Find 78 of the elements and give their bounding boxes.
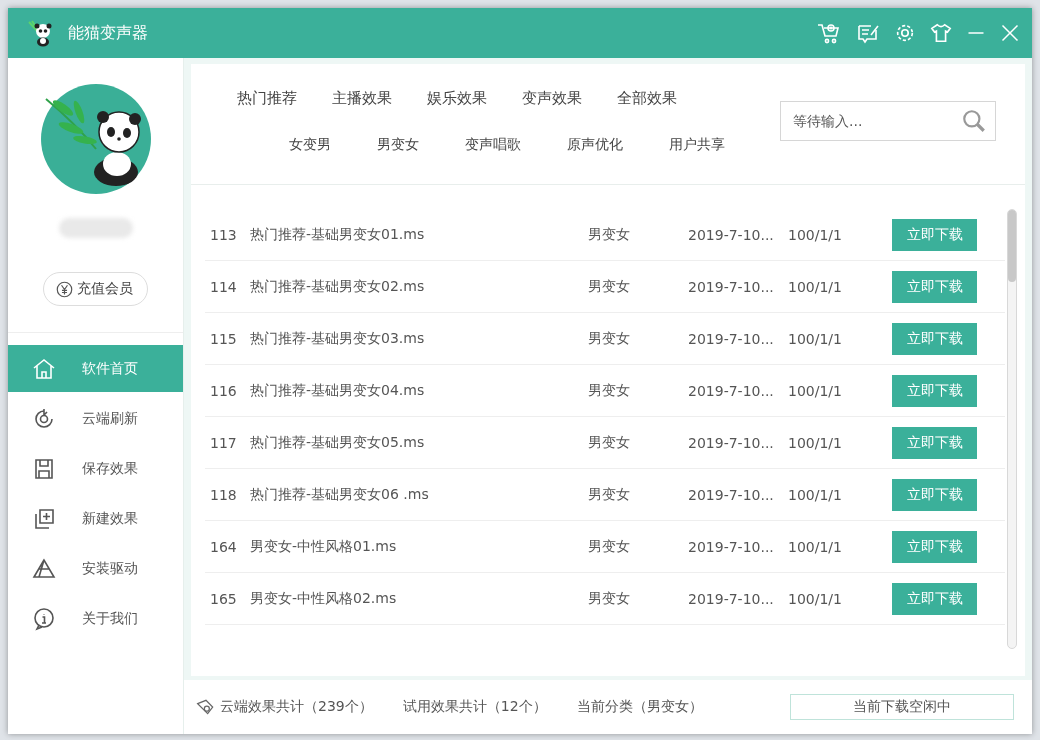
tag-icon — [196, 697, 216, 717]
status-text: 试用效果共计（12个） — [402, 698, 547, 716]
cart-icon[interactable] — [816, 21, 842, 45]
table-cell-text: 2019-7-10... — [688, 226, 775, 243]
table-cell-text: 100/1/1 — [788, 330, 843, 347]
table-cell-text: 男变女-中性风格02.ms — [250, 589, 398, 608]
table-cell-text: 2019-7-10... — [688, 434, 775, 451]
table-cell-text: 100/1/1 — [788, 590, 843, 607]
table-cell-text: 2019-7-10... — [688, 590, 775, 607]
info-icon — [32, 606, 56, 631]
table-cell-text: 118 — [209, 486, 238, 503]
category-tab[interactable]: 热门推荐 — [237, 89, 297, 108]
table-cell-text: 100/1/1 — [788, 486, 843, 503]
recharge-button[interactable]: 充值会员 — [43, 272, 148, 306]
save-icon — [32, 456, 56, 481]
category-tab[interactable]: 娱乐效果 — [427, 89, 487, 108]
category-tab[interactable]: 变声效果 — [522, 89, 582, 108]
table-cell-text: 热门推荐-基础男变女04.ms — [250, 381, 426, 400]
sidebar-item[interactable]: 保存效果 — [8, 445, 183, 492]
refresh-icon — [32, 406, 56, 431]
category-tab[interactable]: 全部效果 — [617, 89, 677, 108]
sidebar-item[interactable]: 安装驱动 — [8, 545, 183, 592]
settings-icon[interactable] — [894, 22, 916, 44]
table-cell-text: 男变女 — [588, 225, 631, 244]
home-icon — [32, 356, 56, 381]
table-cell-text: 164 — [209, 538, 238, 555]
table-cell-text: 100/1/1 — [788, 382, 843, 399]
table-cell-text: 2019-7-10... — [688, 330, 775, 347]
table-cell-text: 2019-7-10... — [688, 278, 775, 295]
add-copy-icon — [32, 506, 56, 531]
download-status-field: 当前下载空闲中 — [790, 694, 1014, 720]
table-cell-text: 114 — [209, 278, 238, 295]
scrollbar-thumb[interactable] — [1008, 210, 1016, 282]
subcategory-tab[interactable]: 用户共享 — [669, 136, 725, 154]
status-text: 云端效果共计（239个） — [220, 698, 373, 716]
panda-avatar-icon — [40, 84, 151, 194]
scrollbar[interactable] — [1007, 209, 1017, 649]
window-title: 能猫变声器 — [68, 22, 148, 44]
table-cell-text: 男变女 — [588, 589, 631, 608]
table-cell-text: 热门推荐-基础男变女06 .ms — [250, 485, 430, 504]
table-cell-text: 117 — [209, 434, 238, 451]
table-cell-text: 100/1/1 — [788, 278, 843, 295]
shirt-icon[interactable] — [930, 22, 952, 44]
subcategory-tab[interactable]: 男变女 — [377, 136, 419, 154]
table-cell-text: 100/1/1 — [788, 226, 843, 243]
table-cell-text: 113 — [209, 226, 238, 243]
search-icon[interactable] — [961, 108, 987, 134]
subcategory-tab[interactable]: 原声优化 — [567, 136, 623, 154]
yuan-icon — [56, 280, 73, 298]
table-cell-text: 男变女 — [588, 433, 631, 452]
table-cell-text: 热门推荐-基础男变女05.ms — [250, 433, 426, 452]
table-cell-text: 100/1/1 — [788, 434, 843, 451]
table-cell-text: 热门推荐-基础男变女01.ms — [250, 225, 426, 244]
table-cell-text: 100/1/1 — [788, 538, 843, 555]
table-cell-text: 热门推荐-基础男变女03.ms — [250, 329, 426, 348]
category-tab[interactable]: 主播效果 — [332, 89, 392, 108]
search-field[interactable]: 等待输入... — [780, 101, 996, 141]
sidebar-item[interactable]: 关于我们 — [8, 595, 183, 642]
sidebar-item[interactable]: 云端刷新 — [8, 395, 183, 442]
table-cell-text: 115 — [209, 330, 238, 347]
table-cell-text: 2019-7-10... — [688, 382, 775, 399]
table-cell-text: 男变女 — [588, 277, 631, 296]
table-cell-text: 2019-7-10... — [688, 538, 775, 555]
close-icon[interactable] — [1000, 23, 1020, 43]
table-cell-text: 男变女 — [588, 329, 631, 348]
table-cell-text: 男变女 — [588, 537, 631, 556]
triangle-icon — [32, 556, 56, 581]
table-cell-text: 165 — [209, 590, 238, 607]
table-cell-text: 男变女 — [588, 381, 631, 400]
subcategory-tab[interactable]: 变声唱歌 — [465, 136, 521, 154]
subcategory-tab[interactable]: 女变男 — [289, 136, 331, 154]
sidebar-item[interactable]: 新建效果 — [8, 495, 183, 542]
table-cell-text: 男变女-中性风格01.ms — [250, 537, 398, 556]
table-cell-text: 116 — [209, 382, 238, 399]
status-text: 当前分类（男变女） — [576, 698, 703, 716]
table-cell-text: 热门推荐-基础男变女02.ms — [250, 277, 426, 296]
table-cell-text: 男变女 — [588, 485, 631, 504]
table-cell-text: 2019-7-10... — [688, 486, 775, 503]
